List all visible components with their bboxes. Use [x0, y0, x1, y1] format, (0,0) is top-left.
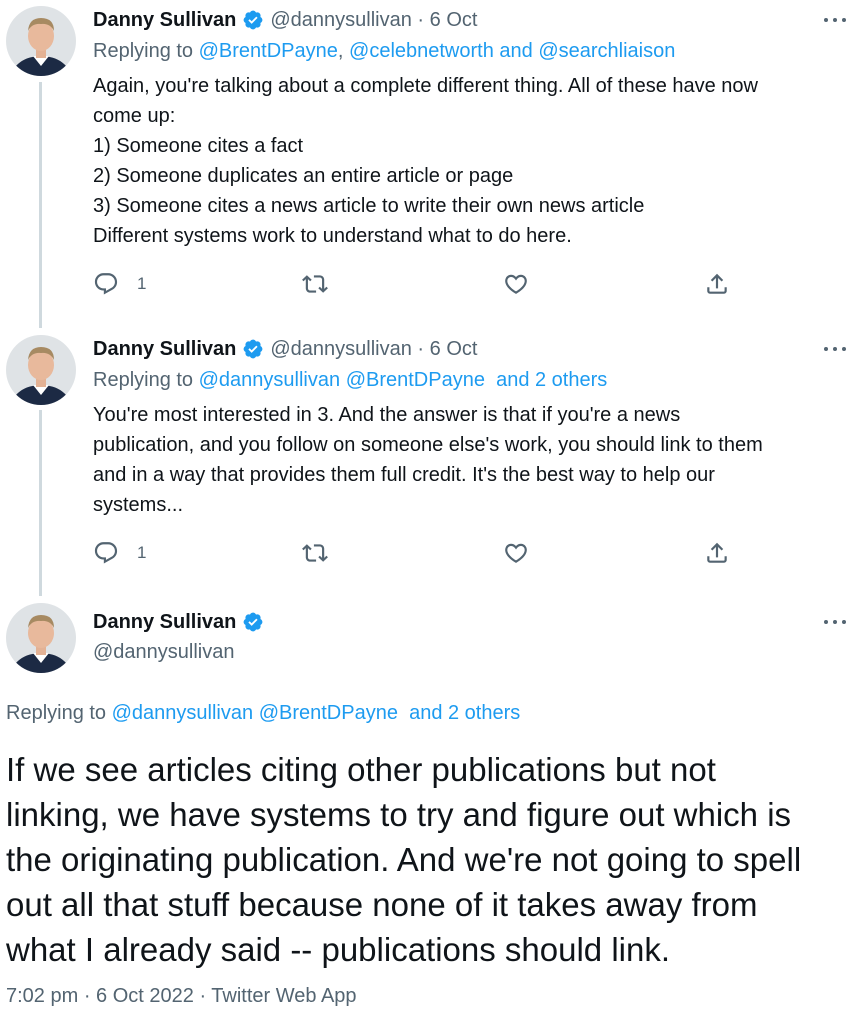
- tweet-date[interactable]: 6 Oct: [430, 9, 478, 32]
- avatar[interactable]: [6, 603, 76, 673]
- tweet-text: You're most interested in 3. And the ans…: [93, 404, 763, 516]
- replying-to: Replying to @BrentDPayne, @celebnetworth…: [93, 40, 676, 62]
- reply-count: 1: [137, 543, 147, 562]
- main-tweet-text: If we see articles citing other publicat…: [6, 751, 802, 968]
- replying-to: Replying to @dannysullivan @BrentDPayne …: [93, 369, 608, 391]
- share-icon: [707, 273, 727, 294]
- others-link[interactable]: and 2 others: [496, 369, 607, 391]
- author-name[interactable]: Danny Sullivan: [93, 338, 236, 361]
- author-handle[interactable]: @dannysullivan: [93, 641, 235, 664]
- reply-count: 1: [137, 274, 147, 293]
- mention-link[interactable]: @dannysullivan: [199, 369, 341, 391]
- thread-connector: [39, 410, 42, 596]
- replying-to: Replying to @dannysullivan @BrentDPayne …: [6, 702, 521, 724]
- mention-link[interactable]: @dannysullivan: [112, 702, 254, 724]
- others-link[interactable]: and 2 others: [409, 702, 520, 724]
- reply-button[interactable]: 1: [93, 271, 146, 297]
- retweet-button[interactable]: [302, 271, 328, 297]
- like-button[interactable]: [503, 271, 529, 297]
- like-icon: [505, 274, 527, 294]
- reply-icon: [94, 542, 118, 564]
- author-handle[interactable]: @dannysullivan: [270, 338, 412, 361]
- avatar[interactable]: [6, 335, 76, 405]
- share-button[interactable]: [704, 540, 730, 566]
- mention-link[interactable]: @BrentDPayne: [199, 40, 338, 62]
- separator: ·: [411, 337, 430, 360]
- tweet-text: Again, you're talking about a complete d…: [93, 75, 758, 247]
- more-icon[interactable]: [820, 339, 850, 359]
- thread-connector: [39, 82, 42, 328]
- tweet-date[interactable]: 6 Oct: [430, 338, 478, 361]
- retweet-icon: [302, 544, 328, 562]
- reply-button[interactable]: 1: [93, 540, 146, 566]
- verified-badge-icon: [243, 339, 263, 359]
- author-name[interactable]: Danny Sullivan: [93, 9, 236, 32]
- tweet-timestamp[interactable]: 7:02 pm · 6 Oct 2022 · Twitter Web App: [6, 985, 357, 1008]
- mention-link[interactable]: @celebnetworth and @searchliaison: [349, 40, 675, 62]
- separator: ·: [411, 8, 430, 31]
- like-button[interactable]: [503, 540, 529, 566]
- more-icon[interactable]: [820, 612, 850, 632]
- verified-badge-icon: [243, 612, 263, 632]
- like-icon: [505, 543, 527, 563]
- share-icon: [707, 542, 727, 563]
- mention-link[interactable]: @BrentDPayne: [346, 369, 485, 391]
- reply-icon: [94, 273, 118, 295]
- verified-badge-icon: [243, 10, 263, 30]
- retweet-icon: [302, 275, 328, 293]
- author-handle[interactable]: @dannysullivan: [270, 9, 412, 32]
- more-icon[interactable]: [820, 10, 850, 30]
- retweet-button[interactable]: [302, 540, 328, 566]
- share-button[interactable]: [704, 271, 730, 297]
- author-name[interactable]: Danny Sullivan: [93, 611, 236, 634]
- mention-link[interactable]: @BrentDPayne: [259, 702, 398, 724]
- avatar[interactable]: [6, 6, 76, 76]
